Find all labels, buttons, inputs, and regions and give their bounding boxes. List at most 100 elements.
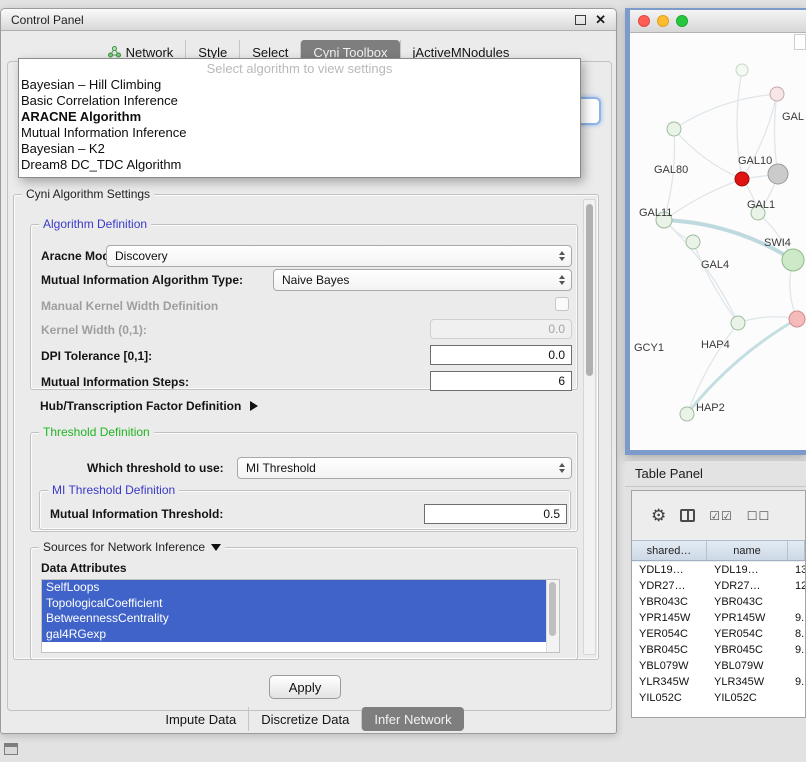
bottom-tab-impute-data[interactable]: Impute Data [153, 707, 248, 731]
scrollbar-thumb[interactable] [549, 582, 556, 636]
network-node[interactable] [731, 316, 745, 330]
network-edge[interactable] [664, 179, 742, 220]
combo-arrows-icon [559, 463, 565, 473]
network-node[interactable] [680, 407, 694, 421]
table-row[interactable]: YDL19…YDL19…13 [632, 562, 805, 578]
zoom-traffic-light-icon[interactable] [676, 15, 688, 27]
bottom-tab-discretize-data[interactable]: Discretize Data [248, 707, 361, 731]
sources-group-title[interactable]: Sources for Network Inference [39, 540, 225, 554]
node-label: GAL11 [639, 207, 672, 219]
kernel-width-label: Kernel Width (0,1): [41, 322, 147, 338]
network-view-frame: GAL80GAL10GAL11GAL1SWI4GAL4GCY1HAP4HAP2G… [625, 8, 806, 455]
network-node[interactable] [770, 87, 784, 101]
table-row[interactable]: YBR043CYBR043C [632, 594, 805, 610]
column-header[interactable] [788, 541, 805, 560]
network-icon [108, 46, 121, 58]
sources-title-text: Sources for Network Inference [43, 540, 205, 554]
data-attribute-item[interactable]: TopologicalCoefficient [42, 596, 546, 612]
select-all-icon[interactable]: ☑☑ [709, 510, 733, 522]
network-node[interactable] [735, 172, 749, 186]
table-row[interactable]: YER054CYER054C8. [632, 626, 805, 642]
algorithm-option[interactable]: Basic Correlation Inference [19, 93, 580, 109]
threshold-definition-group: Threshold Definition Which threshold to … [30, 432, 578, 532]
table-cell: YBL079W [707, 658, 788, 674]
network-window-titlebar[interactable] [630, 10, 806, 33]
network-node[interactable] [782, 249, 804, 271]
gear-icon[interactable]: ⚙ [651, 507, 666, 524]
data-attribute-item[interactable]: gal4RGexp [42, 627, 546, 643]
close-window-icon[interactable]: ✕ [595, 13, 606, 26]
table-cell: YIL052C [707, 690, 788, 706]
table-panel-titlebar[interactable]: Table Panel [625, 460, 806, 487]
table-row[interactable]: YPR145WYPR145W9. [632, 610, 805, 626]
algorithm-option[interactable]: Dream8 DC_TDC Algorithm [19, 157, 580, 173]
kernel-width-input[interactable]: 0.0 [430, 319, 572, 339]
node-label: GAL [782, 111, 804, 123]
combo-arrows-icon [559, 275, 565, 285]
mi-threshold-input[interactable]: 0.5 [424, 504, 567, 524]
control-panel-titlebar[interactable]: Control Panel ✕ [1, 9, 616, 31]
network-edge[interactable] [774, 94, 778, 174]
which-threshold-select[interactable]: MI Threshold [237, 457, 572, 479]
network-node[interactable] [736, 64, 748, 76]
table-cell: YLR345W [632, 674, 707, 690]
dpi-tolerance-input[interactable]: 0.0 [430, 345, 572, 365]
table-body: YDL19…YDL19…13YDR27…YDR27…12YBR043CYBR04… [632, 562, 805, 717]
table-cell [788, 594, 805, 610]
node-label: GAL80 [654, 164, 688, 176]
table-row[interactable]: YDR27…YDR27…12 [632, 578, 805, 594]
apply-button[interactable]: Apply [269, 675, 341, 699]
aracne-mode-select[interactable]: Discovery [106, 245, 572, 267]
mi-type-value: Naive Bayes [282, 273, 349, 287]
network-edge[interactable] [687, 319, 797, 414]
network-node[interactable] [686, 235, 700, 249]
network-canvas[interactable]: GAL80GAL10GAL11GAL1SWI4GAL4GCY1HAP4HAP2G… [630, 32, 806, 450]
table-cell: YPR145W [707, 610, 788, 626]
network-window: GAL80GAL10GAL11GAL1SWI4GAL4GCY1HAP4HAP2G… [630, 10, 806, 450]
window-title: Control Panel [11, 13, 84, 27]
data-attribute-item[interactable]: BetweennessCentrality [42, 611, 546, 627]
data-attribute-item[interactable]: SelfLoops [42, 580, 546, 596]
table-row[interactable]: YBL079WYBL079W [632, 658, 805, 674]
network-node[interactable] [667, 122, 681, 136]
tab-label: Discretize Data [261, 712, 349, 727]
table-row[interactable]: YIL052CYIL052C [632, 690, 805, 706]
column-header[interactable]: name [707, 541, 788, 560]
network-node[interactable] [789, 311, 805, 327]
table-cell: YER054C [707, 626, 788, 642]
column-header[interactable]: shared… [632, 541, 707, 560]
network-edge[interactable] [674, 94, 777, 129]
network-graph[interactable]: GAL80GAL10GAL11GAL1SWI4GAL4GCY1HAP4HAP2G… [630, 32, 806, 450]
mi-type-select[interactable]: Naive Bayes [273, 269, 572, 291]
float-window-icon[interactable] [575, 15, 586, 25]
algorithm-dropdown-popup: Select algorithm to view settings Bayesi… [18, 58, 581, 178]
bottom-tab-infer-network[interactable]: Infer Network [361, 707, 463, 731]
settings-scrollbar[interactable] [583, 199, 596, 655]
mi-steps-input[interactable]: 6 [430, 371, 572, 391]
dpi-tolerance-label: DPI Tolerance [0,1]: [41, 348, 152, 364]
algorithm-option[interactable]: Bayesian – K2 [19, 141, 580, 157]
table-cell: YIL052C [632, 690, 707, 706]
manual-kernel-checkbox[interactable] [555, 297, 569, 311]
table-row[interactable]: YBR045CYBR045C9. [632, 642, 805, 658]
algorithm-option[interactable]: ARACNE Algorithm [19, 109, 580, 125]
minimized-window-icon[interactable] [4, 743, 18, 755]
mi-steps-value: 6 [558, 374, 565, 388]
node-label: GAL1 [747, 199, 775, 211]
network-edge[interactable] [738, 317, 797, 323]
columns-icon[interactable] [680, 509, 695, 522]
network-node[interactable] [768, 164, 788, 184]
algorithm-option[interactable]: Mutual Information Inference [19, 125, 580, 141]
minimize-traffic-light-icon[interactable] [657, 15, 669, 27]
algorithm-option[interactable]: Bayesian – Hill Climbing [19, 77, 580, 93]
list-scrollbar[interactable] [546, 580, 559, 652]
table-row[interactable]: YLR345WYLR345W9. [632, 674, 805, 690]
scrollbar-thumb[interactable] [586, 204, 593, 376]
hub-definition-expander[interactable]: Hub/Transcription Factor Definition [40, 398, 258, 414]
deselect-all-icon[interactable]: ☐☐ [747, 510, 771, 522]
mi-type-label: Mutual Information Algorithm Type: [41, 272, 243, 288]
data-attributes-list[interactable]: SelfLoopsTopologicalCoefficientBetweenne… [41, 579, 560, 653]
close-traffic-light-icon[interactable] [638, 15, 650, 27]
table-cell: YPR145W [632, 610, 707, 626]
collapse-down-arrow-icon [211, 544, 221, 551]
